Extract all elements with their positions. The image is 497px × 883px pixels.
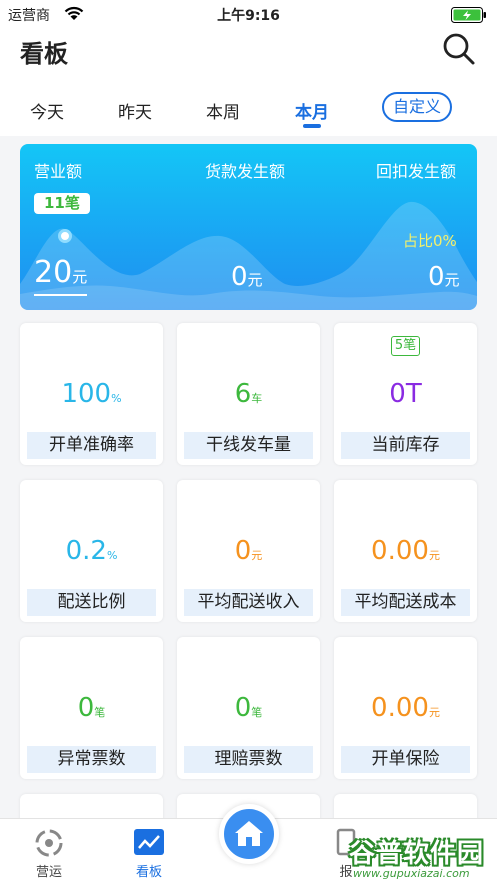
summary-banner[interactable]: 营业额 货款发生额 回扣发生额 11笔 20元 0元 占比0% 0元 [20,144,477,310]
goods-payment-amount: 0元 [231,262,263,292]
rebate-value: 0 [428,262,445,292]
chart-marker-dot [58,229,72,243]
metric-value: 0.00元 [334,536,477,566]
metric-label: 开单保险 [341,746,470,773]
search-icon[interactable] [441,31,477,67]
tabbar-home-button[interactable] [219,804,279,864]
tab-today[interactable]: 今天 [30,98,64,123]
metric-unit: 元 [428,549,440,562]
metric-number: 0 [234,693,252,723]
metric-value: 6车 [177,379,320,409]
tabbar-item-operations[interactable]: 营运 [24,827,74,880]
period-tabs: 今天 昨天 本周 本月 自定义 [0,80,497,136]
dashboard-icon [134,829,164,855]
order-count-badge: 11笔 [34,193,90,214]
operations-icon [35,829,63,857]
watermark-title: 谷普软件园 [349,839,485,869]
metric-unit: 元 [428,706,440,719]
metric-unit: 元 [251,549,263,562]
metric-card-billing-accuracy[interactable]: 100% 开单准确率 [20,323,163,465]
rebate-amount: 0元 [428,262,460,292]
rebate-unit: 元 [444,271,460,289]
metric-number: 0 [77,693,95,723]
metric-unit: % [111,392,122,405]
revenue-unit: 元 [72,268,88,286]
metric-card-delivery-ratio[interactable]: 0.2% 配送比例 [20,480,163,622]
metric-card-avg-delivery-income[interactable]: 0元 平均配送收入 [177,480,320,622]
metric-number: 0.00 [371,693,429,723]
watermark-url: www.gupuxiazai.com [353,867,470,880]
metric-unit: 笔 [94,706,106,719]
metric-value: 0元 [177,536,320,566]
metric-number: 100 [61,379,112,409]
active-tab-indicator [303,124,321,128]
metric-unit: 车 [251,392,263,405]
app-header: 看板 [0,28,497,80]
metric-card-exception-tickets[interactable]: 0笔 异常票数 [20,637,163,779]
tab-this-week[interactable]: 本周 [206,98,240,123]
goods-payment-label: 货款发生额 [205,162,286,181]
metric-label: 理赔票数 [184,746,313,773]
status-bar: 运营商 上午9:16 [0,0,497,28]
metric-card-billing-insurance[interactable]: 0.00元 开单保险 [334,637,477,779]
metric-label: 开单准确率 [27,432,156,459]
metric-number: 0.2 [65,536,107,566]
metric-value: 0笔 [177,693,320,723]
metric-value: 0笔 [20,693,163,723]
watermark-logo: 谷普软件园 www.gupuxiazai.com [345,833,495,883]
goods-value: 0 [231,262,248,292]
metric-label: 异常票数 [27,746,156,773]
metric-value: 0T [334,379,477,409]
revenue-amount[interactable]: 20元 [34,255,88,296]
revenue-value: 20 [34,255,73,290]
home-icon [235,821,263,846]
metric-unit: 笔 [251,706,263,719]
metric-card-current-inventory[interactable]: 5笔 0T 当前库存 [334,323,477,465]
metric-number: 6 [234,379,252,409]
metric-label: 干线发车量 [184,432,313,459]
metric-label: 平均配送收入 [184,589,313,616]
tab-yesterday[interactable]: 昨天 [118,98,152,123]
metric-unit: % [106,549,118,562]
metric-card-avg-delivery-cost[interactable]: 0.00元 平均配送成本 [334,480,477,622]
metric-value: 100% [20,379,163,409]
metric-label: 平均配送成本 [341,589,470,616]
metric-number: 0.00 [371,536,429,566]
status-time: 上午9:16 [217,8,280,24]
page-title: 看板 [20,40,68,68]
metric-card-claim-tickets[interactable]: 0笔 理赔票数 [177,637,320,779]
inventory-count-badge: 5笔 [391,336,420,356]
tabbar-item-dashboard[interactable]: 看板 [124,827,174,880]
metric-value: 0.00元 [334,693,477,723]
tabbar-label: 营运 [35,865,62,880]
goods-unit: 元 [247,271,263,289]
rebate-label: 回扣发生额 [376,162,457,181]
metric-value: 0.2% [20,536,163,566]
metric-card-trunk-departures[interactable]: 6车 干线发车量 [177,323,320,465]
metric-label: 配送比例 [27,589,156,616]
revenue-label: 营业额 [34,162,83,181]
metric-number: 0 [234,536,252,566]
tab-this-month[interactable]: 本月 [295,98,329,123]
tab-custom-range[interactable]: 自定义 [382,92,452,122]
metric-number: 0T [389,379,422,409]
tabbar-label: 看板 [135,865,162,880]
battery-icon [451,7,486,23]
metric-label: 当前库存 [341,432,470,459]
rebate-ratio: 占比0% [403,232,457,250]
